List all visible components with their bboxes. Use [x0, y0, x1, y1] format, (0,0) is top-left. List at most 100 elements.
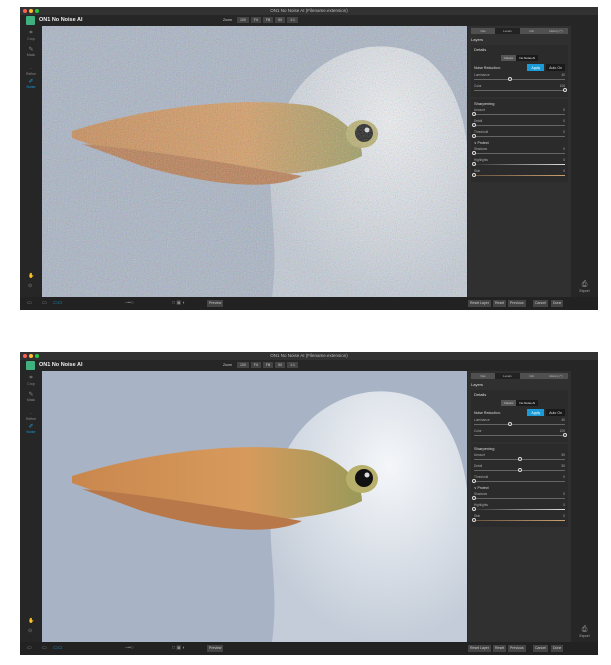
tool-crop[interactable]: ⌗ Crop [20, 375, 42, 386]
mask-view-icons[interactable]: □ ▣ ◐ [172, 300, 186, 306]
apply-button[interactable]: Apply [527, 409, 545, 416]
brush-size-slider[interactable]: ‒━○ [125, 645, 134, 651]
slider-thumb[interactable] [508, 77, 513, 81]
tool-noise[interactable]: ✐ Noise [20, 78, 42, 89]
tab-levels[interactable]: Levels [495, 28, 520, 34]
tab-levels[interactable]: Levels [495, 373, 520, 379]
details-heading[interactable]: Details [474, 47, 565, 52]
tab-nav[interactable]: Nav [471, 28, 495, 34]
slider-track[interactable] [472, 162, 565, 166]
slider-thumb[interactable] [472, 496, 476, 500]
slider-track[interactable] [472, 173, 565, 177]
done-button[interactable]: Done [551, 300, 564, 307]
auto-on-button[interactable]: Auto On [546, 64, 565, 71]
slider-thumb[interactable] [563, 433, 567, 437]
slider-luminance[interactable]: Luminance 40 [474, 418, 565, 426]
slider-thumb[interactable] [472, 479, 476, 483]
tool-noise[interactable]: ✐ Noise [20, 423, 42, 434]
export-button[interactable]: ⎙ Export [571, 281, 598, 293]
hand-icon[interactable]: ✋ [28, 273, 34, 279]
slider-thumb[interactable] [508, 422, 513, 426]
slider-thumb[interactable] [472, 151, 476, 155]
slider-track[interactable] [472, 134, 565, 138]
zoom-select[interactable]: 100 [236, 362, 249, 368]
tab-info[interactable]: Info [520, 373, 544, 379]
brush-size-slider[interactable]: ‒━○ [125, 300, 134, 306]
browse-icon[interactable]: ▭ [42, 645, 47, 651]
cancel-button[interactable]: Cancel [533, 645, 548, 652]
slider-color[interactable]: Color 100 [474, 84, 567, 92]
mode-classic[interactable]: Classic [500, 400, 517, 406]
reset-button[interactable]: Reset [493, 300, 507, 307]
slider-track[interactable] [474, 457, 565, 461]
slider-track[interactable] [472, 479, 565, 483]
slider-detail[interactable]: Detail 0 [472, 119, 565, 127]
slider-track[interactable] [474, 433, 567, 437]
slider-amount[interactable]: Amount 50 [474, 453, 565, 461]
tab-info[interactable]: Info [520, 28, 544, 34]
slider-thumb[interactable] [472, 123, 476, 127]
previous-button[interactable]: Previous [508, 300, 526, 307]
panel-toggle-icon[interactable]: ▭ [27, 300, 32, 306]
mode-no-noise-ai[interactable]: No Noise AI [516, 55, 539, 61]
slider-amount[interactable]: Amount 0 [472, 108, 565, 116]
slider-threshold[interactable]: Threshold 0 [472, 130, 565, 138]
slider-thumb[interactable] [517, 468, 522, 472]
slider-highlights[interactable]: Highlights 0 [472, 503, 565, 511]
slider-track[interactable] [474, 468, 565, 472]
slider-thumb[interactable] [472, 112, 476, 116]
slider-threshold[interactable]: Threshold 0 [472, 475, 565, 483]
minimize-button[interactable] [29, 9, 33, 13]
cancel-button[interactable]: Cancel [533, 300, 548, 307]
slider-color[interactable]: Color 100 [474, 429, 567, 437]
slider-thumb[interactable] [472, 162, 476, 166]
slider-detail[interactable]: Detail 50 [474, 464, 565, 472]
close-button[interactable] [23, 354, 27, 358]
slider-highlights[interactable]: Highlights 0 [472, 158, 565, 166]
mask-view-icons[interactable]: □ ▣ ◐ [172, 645, 186, 651]
done-button[interactable]: Done [551, 645, 564, 652]
apply-button[interactable]: Apply [527, 64, 545, 71]
panel-toggle-icon[interactable]: ▭ [27, 645, 32, 651]
sharpening-heading[interactable]: Sharpening [474, 101, 565, 106]
slider-thumb[interactable] [517, 457, 522, 461]
zoom-window-button[interactable] [35, 9, 39, 13]
tab-history[interactable]: History (*) [544, 28, 568, 34]
slider-luminance[interactable]: Luminance 40 [474, 73, 565, 81]
photo-preview[interactable] [42, 371, 467, 642]
preview-button[interactable]: Preview [207, 300, 224, 307]
slider-shadows[interactable]: Shadows 0 [472, 147, 565, 155]
zoom-fill-button[interactable]: Fill [262, 362, 274, 368]
mode-classic[interactable]: Classic [500, 55, 517, 61]
slider-track[interactable] [474, 77, 565, 81]
zoom-100-button[interactable]: 1:1 [287, 362, 298, 368]
close-button[interactable] [23, 9, 27, 13]
slider-thumb[interactable] [472, 518, 476, 522]
slider-skin[interactable]: Skin 0 [472, 514, 565, 522]
zoom-100-button[interactable]: 1:1 [287, 17, 298, 23]
slider-skin[interactable]: Skin 0 [472, 169, 565, 177]
auto-on-button[interactable]: Auto On [546, 409, 565, 416]
browse-icon[interactable]: ▭ [42, 300, 47, 306]
zoom-fill-button[interactable]: Fill [262, 17, 274, 23]
zoom-fit-button[interactable]: Fit [250, 17, 261, 23]
tool-refine[interactable]: · Refine [20, 66, 42, 76]
slider-track[interactable] [474, 88, 567, 92]
tab-nav[interactable]: Nav [471, 373, 495, 379]
slider-thumb[interactable] [472, 134, 476, 138]
reset-layer-button[interactable]: Reset Layer [468, 300, 491, 307]
slider-track[interactable] [472, 123, 565, 127]
mode-no-noise-ai[interactable]: No Noise AI [516, 400, 539, 406]
tool-refine[interactable]: · Refine [20, 411, 42, 421]
zoom-50-button[interactable]: 50 [275, 362, 286, 368]
slider-track[interactable] [474, 422, 565, 426]
export-button[interactable]: ⎙ Export [571, 626, 598, 638]
zoom-select[interactable]: 100 [236, 17, 249, 23]
previous-button[interactable]: Previous [508, 645, 526, 652]
zoom-tool-icon[interactable]: ⊙ [28, 628, 32, 634]
slider-thumb[interactable] [472, 507, 476, 511]
tool-mask[interactable]: ✎ Mask [20, 46, 42, 57]
protect-heading[interactable]: ∨ Protect [474, 141, 565, 145]
slider-track[interactable] [472, 496, 565, 500]
sharpening-heading[interactable]: Sharpening [474, 446, 565, 451]
